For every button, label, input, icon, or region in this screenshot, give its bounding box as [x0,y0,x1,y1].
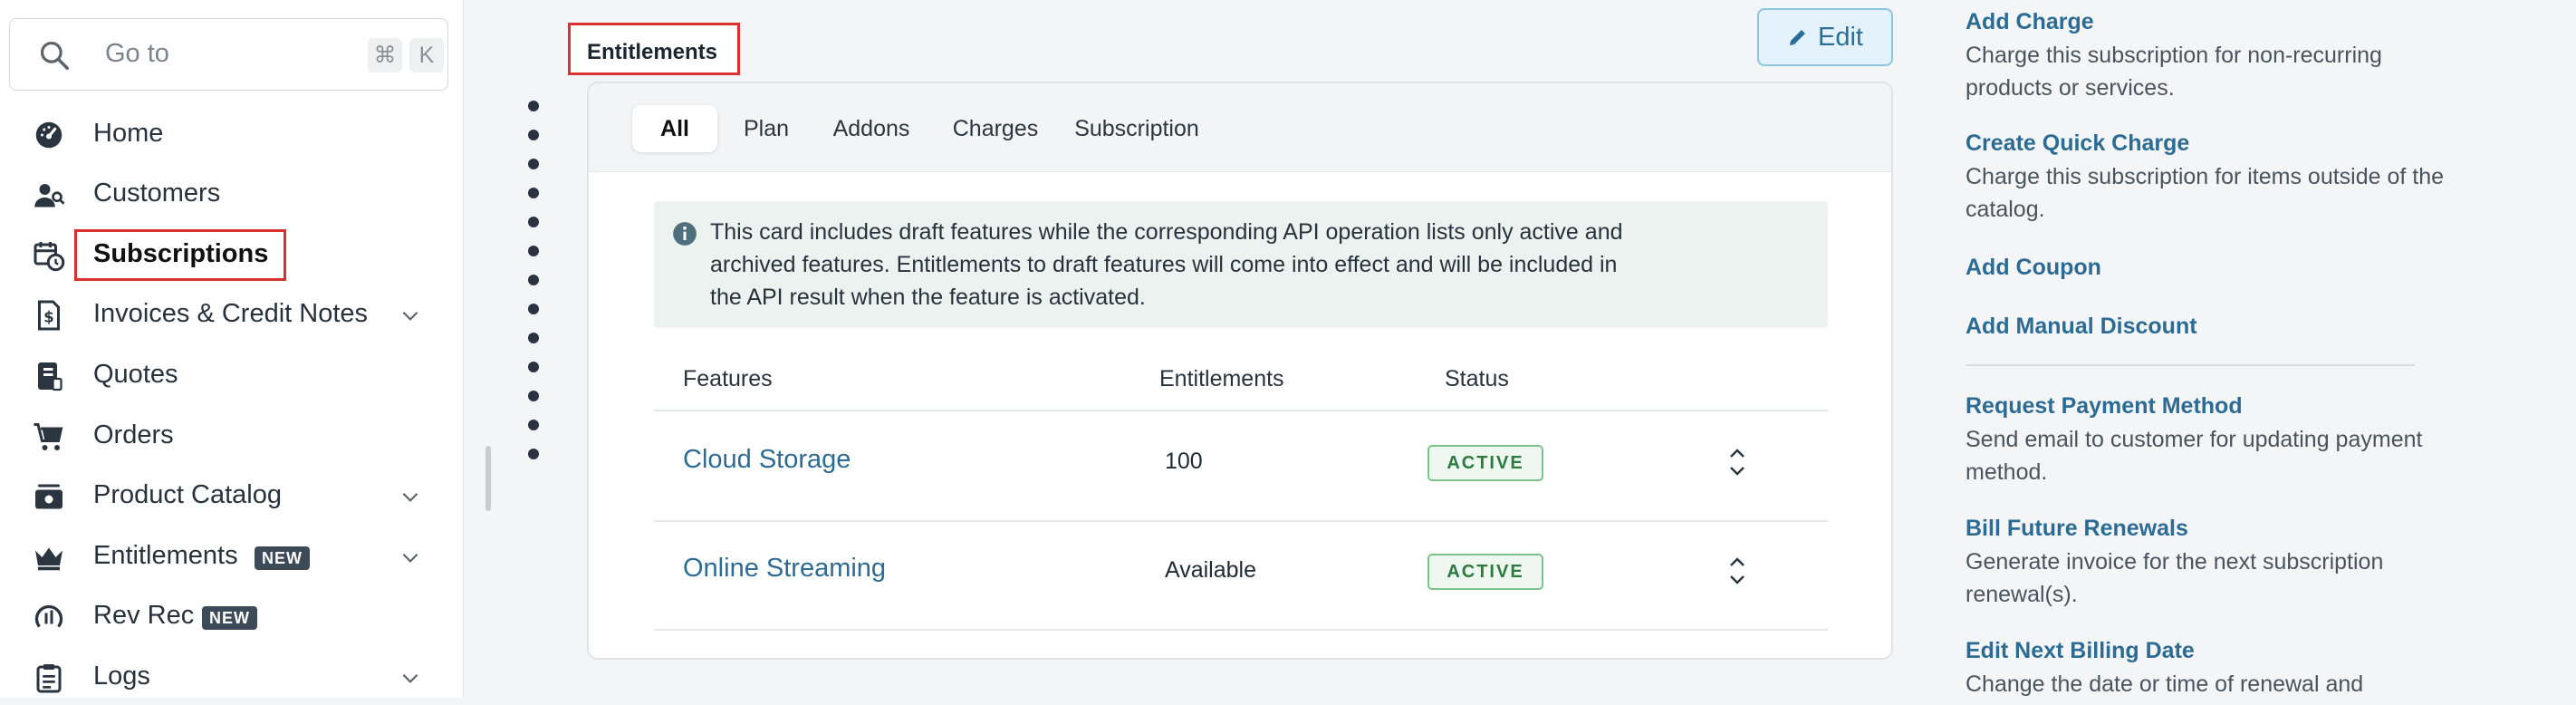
resize-handle[interactable] [485,446,491,511]
entitlements-card: All Plan Addons Charges Subscription Thi… [587,82,1893,660]
tab-plan[interactable]: Plan [734,105,799,152]
section-title-text: Entitlements [587,40,718,64]
expand-collapse-icon[interactable] [1727,554,1747,588]
svg-text:$: $ [43,309,53,326]
divider [654,520,1828,522]
sidebar-item-label: Orders [93,420,174,449]
customers-icon [34,184,65,208]
edit-button[interactable]: Edit [1757,8,1893,66]
chevron-down-icon[interactable] [399,546,422,569]
sidebar-item-home[interactable]: Home [0,106,464,162]
crown-icon [35,547,62,571]
info-banner: This card includes draft features while … [654,201,1828,328]
add-charge-link[interactable]: Add Charge [1966,9,2094,35]
divider [654,629,1828,631]
sidebar-item-label: Customers [93,179,221,208]
action-description: Change the date or time of renewal and [1966,671,2364,697]
column-header-entitlements: Entitlements [1159,366,1284,391]
rev-rec-icon [34,604,63,628]
sidebar-item-label: Quotes [93,360,178,389]
tab-subscription[interactable]: Subscription [1069,105,1205,152]
dashboard-icon [35,121,62,149]
info-text: This card includes draft features while … [710,219,1623,310]
section-title: Entitlements [568,23,740,75]
search-placeholder: Go to [105,39,169,68]
catalog-icon [35,484,62,509]
action-description: Charge this subscription for non-recurri… [1966,43,2382,101]
sidebar-item-rev-rec[interactable]: Rev Rec NEW [0,588,464,644]
add-manual-discount-link[interactable]: Add Manual Discount [1966,314,2197,340]
action-description: Charge this subscription for items outsi… [1966,164,2445,222]
tab-charges[interactable]: Charges [946,105,1045,152]
feature-link-cloud-storage[interactable]: Cloud Storage [683,445,851,475]
chevron-down-icon[interactable] [399,304,422,327]
entitlement-value: 100 [1165,449,1203,474]
sidebar-item-label: Rev Rec [93,601,195,630]
shortcut-cmd-key: ⌘ [368,38,402,72]
quote-icon [38,362,62,391]
divider [1966,364,2415,366]
create-quick-charge-link[interactable]: Create Quick Charge [1966,130,2189,157]
sidebar-item-logs[interactable]: Logs [0,649,464,705]
calendar-clock-icon [34,242,65,272]
sidebar-item-entitlements[interactable]: Entitlements NEW [0,528,464,584]
sidebar-item-invoices[interactable]: $ Invoices & Credit Notes [0,286,464,343]
cart-icon [34,423,63,450]
new-badge: NEW [202,606,257,630]
sidebar-item-label: Invoices & Credit Notes [93,299,369,328]
entitlement-value: Available [1165,557,1257,583]
tab-bar: All Plan Addons Charges Subscription [589,83,1891,172]
sidebar-item-orders[interactable]: Orders [0,408,464,464]
tab-addons[interactable]: Addons [826,105,917,152]
sidebar-item-customers[interactable]: Customers [0,166,464,222]
action-description: Generate invoice for the next subscripti… [1966,549,2384,607]
status-badge: ACTIVE [1427,445,1543,481]
sidebar-item-label: Product Catalog [93,480,282,509]
clipboard-icon [36,664,62,693]
sidebar-item-label: Entitlements [93,541,238,570]
search-box[interactable]: Go to ⌘ K [9,18,448,91]
tab-all[interactable]: All [632,105,717,152]
invoice-icon: $ [38,300,60,331]
chevron-down-icon[interactable] [399,666,422,690]
column-header-features: Features [683,366,773,391]
sidebar-item-label: Home [93,119,164,148]
chevron-down-icon[interactable] [399,485,422,508]
bill-future-renewals-link[interactable]: Bill Future Renewals [1966,516,2188,542]
pencil-icon [1790,30,1805,45]
edit-next-billing-date-link[interactable]: Edit Next Billing Date [1966,638,2195,664]
shortcut-k-key: K [409,38,444,72]
column-header-status: Status [1445,366,1509,391]
subscriptions-highlight [74,229,286,281]
expand-collapse-icon[interactable] [1727,445,1747,479]
edit-button-label: Edit [1818,22,1863,52]
sidebar-item-product-catalog[interactable]: Product Catalog [0,468,464,524]
status-badge: ACTIVE [1427,554,1543,590]
new-badge: NEW [255,546,310,570]
action-description: Send email to customer for updating paym… [1966,427,2423,485]
request-payment-method-link[interactable]: Request Payment Method [1966,393,2243,420]
timeline-dots [528,101,541,478]
sidebar-item-label: Logs [93,662,150,691]
sidebar: Go to ⌘ K Home Customers Subscriptions $… [0,0,464,698]
divider [654,410,1828,411]
add-coupon-link[interactable]: Add Coupon [1966,255,2101,281]
sidebar-item-quotes[interactable]: Quotes [0,347,464,403]
feature-link-online-streaming[interactable]: Online Streaming [683,554,886,584]
info-icon [673,222,697,246]
search-icon [40,41,69,70]
